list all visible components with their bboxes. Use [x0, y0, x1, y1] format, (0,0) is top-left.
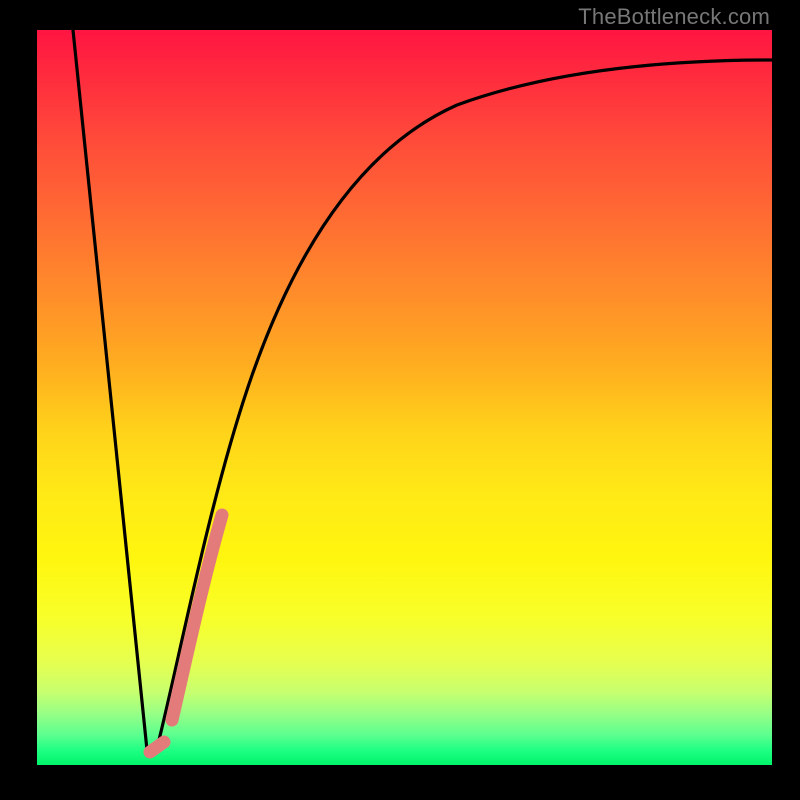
highlight-segment-main [172, 515, 222, 720]
chart-frame: TheBottleneck.com [0, 0, 800, 800]
bottleneck-curve [73, 30, 772, 750]
watermark-text: TheBottleneck.com [578, 4, 770, 30]
highlight-segment [150, 742, 164, 752]
chart-svg [37, 30, 772, 765]
